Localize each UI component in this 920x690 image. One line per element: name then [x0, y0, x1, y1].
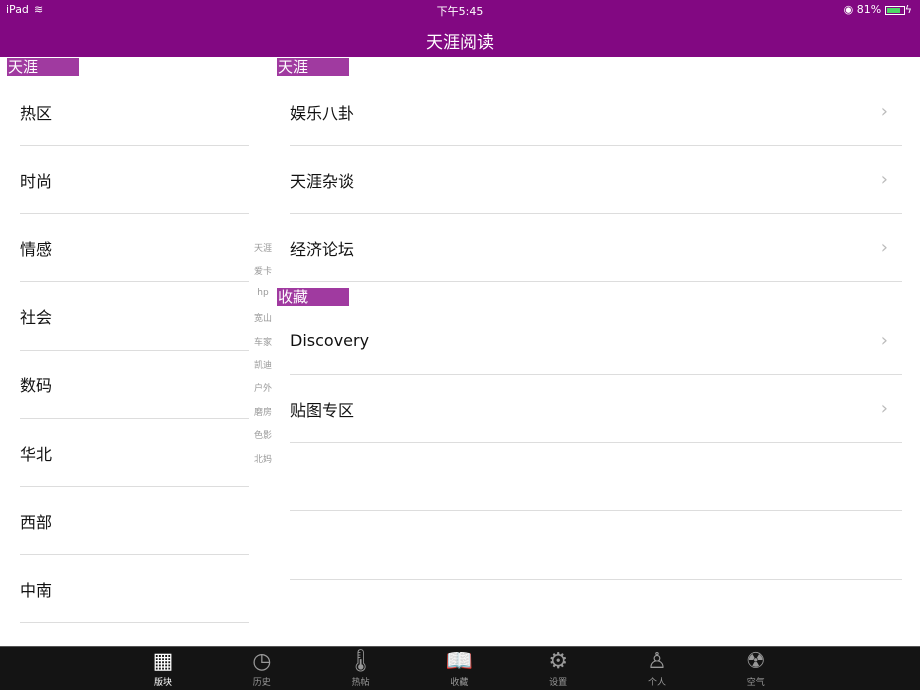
section-index-item[interactable]: 天涯	[250, 241, 276, 254]
section-index-item[interactable]: 爱卡	[250, 264, 276, 277]
battery-indicator: ◉ 81% ϟ	[843, 3, 912, 16]
empty-row	[290, 512, 902, 580]
left-list-item-label: 时尚	[20, 171, 53, 191]
forum-label: 经济论坛	[290, 239, 355, 259]
forum-list-item[interactable]: 娱乐八卦 ›	[290, 78, 902, 146]
chevron-right-icon: ›	[880, 101, 888, 122]
tab-4[interactable]: ⚙ 设置	[528, 649, 588, 688]
left-list-item-label: 数码	[20, 376, 53, 396]
empty-row	[290, 443, 902, 511]
section-index-item[interactable]: 户外	[250, 381, 276, 394]
section-index-item[interactable]: 北妈	[250, 452, 276, 465]
left-list-item[interactable]: 中南	[20, 555, 249, 624]
left-section-header: 天涯	[7, 58, 79, 76]
tab-label: 个人	[647, 678, 666, 688]
battery-percent: 81%	[856, 3, 882, 16]
battery-icon	[884, 5, 905, 15]
left-list-item[interactable]: 数码	[20, 351, 249, 419]
forum-list-item[interactable]: 天涯杂谈 ›	[290, 146, 902, 214]
chevron-right-icon: ›	[880, 169, 888, 190]
page-title: 天涯阅读	[426, 33, 494, 53]
book-icon: 📖	[445, 649, 474, 674]
left-list-item[interactable]: 时尚	[20, 146, 249, 215]
person-icon: ♙	[647, 649, 667, 674]
left-list-item[interactable]: 热区	[20, 78, 249, 146]
left-list-item-label: 社会	[20, 308, 53, 328]
calendar-icon: ▦	[152, 649, 174, 674]
left-list-item[interactable]: 西部	[20, 487, 249, 556]
tab-3[interactable]: 📖 收藏	[429, 649, 489, 688]
radiation-icon: ☢	[745, 649, 766, 674]
left-list-item[interactable]: 社会	[20, 283, 249, 351]
forum-label: 天涯杂谈	[290, 171, 355, 191]
thermometer-icon: 🌡	[346, 649, 375, 674]
gear-icon: ⚙	[548, 649, 569, 674]
tab-bar: ▦ 版块 ◷ 历史 🌡 热帖 📖 收藏 ⚙ 设置 ♙ 个人 ☢ 空气	[0, 646, 920, 690]
left-list-item-label: 热区	[20, 103, 53, 123]
left-list-item[interactable]: 情感	[20, 214, 249, 283]
chevron-right-icon: ›	[880, 330, 888, 351]
tab-6[interactable]: ☢ 空气	[726, 649, 786, 688]
status-time: 下午5:45	[436, 5, 484, 18]
left-list-item-label: 中南	[20, 580, 53, 600]
tab-label: 版块	[153, 678, 172, 688]
tab-5[interactable]: ♙ 个人	[627, 649, 687, 688]
forum-list-item[interactable]: 贴图专区 ›	[290, 375, 902, 443]
tab-0[interactable]: ▦ 版块	[133, 649, 193, 688]
right-section-header: 天涯	[277, 58, 349, 76]
section-index-item[interactable]: 磨房	[250, 405, 276, 418]
forum-label: Discovery	[290, 331, 370, 350]
section-index-item[interactable]: 凯迪	[250, 358, 276, 371]
section-index-item[interactable]: 宽山	[250, 311, 276, 324]
tab-label: 热帖	[351, 678, 370, 688]
section-index-item[interactable]: 色影	[250, 428, 276, 441]
tab-2[interactable]: 🌡 热帖	[331, 649, 391, 688]
section-index-item[interactable]: 车家	[250, 335, 276, 348]
tab-label: 历史	[252, 678, 271, 688]
left-list-item-label: 华北	[20, 444, 53, 464]
left-list-item-label: 情感	[20, 239, 53, 259]
tab-label: 设置	[549, 678, 568, 688]
chevron-right-icon: ›	[880, 398, 888, 419]
chevron-right-icon: ›	[880, 237, 888, 258]
section-index-item[interactable]: hp	[250, 288, 276, 298]
tab-label: 收藏	[450, 678, 469, 688]
forum-list-item[interactable]: 经济论坛 ›	[290, 214, 902, 282]
left-list-item-label: 西部	[20, 512, 53, 532]
tab-label: 空气	[746, 678, 765, 688]
forum-list-item[interactable]: Discovery ›	[290, 307, 902, 375]
navigation-bar: iPad ≋ 下午5:45 ◉ 81% ϟ 天涯阅读	[0, 0, 920, 57]
left-list-item[interactable]: 华北	[20, 419, 249, 487]
forum-label: 贴图专区	[290, 400, 355, 420]
clock-icon: ◷	[252, 649, 272, 674]
tab-1[interactable]: ◷ 历史	[232, 649, 292, 688]
forum-label: 娱乐八卦	[290, 103, 355, 123]
right-section-header: 收藏	[277, 288, 349, 306]
